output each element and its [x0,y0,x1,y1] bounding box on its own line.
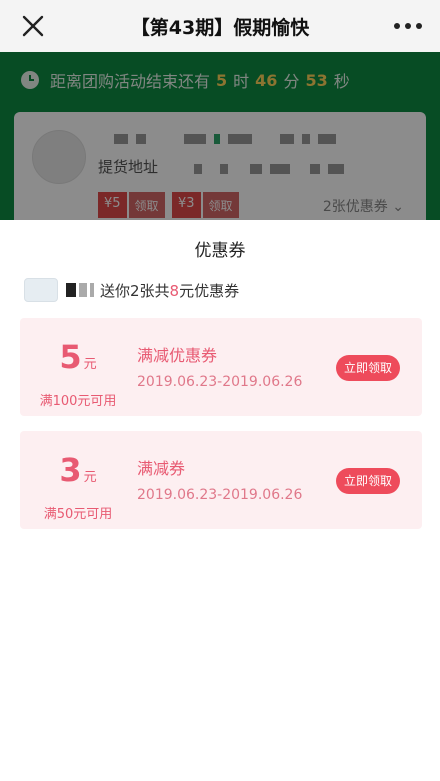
sheet-title: 优惠券 [194,241,246,261]
coupon-value-block: 3元 满50元可用 [20,431,136,529]
coupon-amount: 3元 [20,453,136,495]
coupon-card: 3元 满50元可用 满减券 2019.06.23-2019.06.26 立即领取 [20,431,422,529]
page-title: 【第43期】假期愉快 [130,16,310,39]
more-icon[interactable] [394,16,422,36]
close-icon[interactable] [20,13,46,39]
coupon-amount-number: 3 [59,451,82,489]
claim-coupon-button[interactable]: 立即领取 [336,468,400,494]
coupon-amount-unit: 元 [83,357,97,372]
sender-name-redacted [66,283,94,297]
sender-message-amount: 8 [169,281,180,300]
coupon-card: 5元 满100元可用 满减优惠券 2019.06.23-2019.06.26 立… [20,318,422,416]
sender-message-post: 元优惠券 [179,281,240,300]
coupon-date-range: 2019.06.23-2019.06.26 [137,487,303,503]
coupon-name: 满减优惠券 [137,346,218,365]
coupon-value-block: 5元 满100元可用 [20,318,136,416]
coupon-condition: 满100元可用 [39,394,117,409]
coupon-amount: 5元 [20,340,136,382]
coupon-name: 满减券 [137,459,186,478]
coupon-sheet: 优惠券 送你2张共8元优惠券 5元 满100元可用 满减优惠券 2019.06.… [0,220,440,781]
coupon-date-range: 2019.06.23-2019.06.26 [137,374,303,390]
sender-message: 送你2张共8元优惠券 [100,280,239,301]
coupon-condition: 满50元可用 [43,507,113,522]
coupon-amount-number: 5 [59,338,82,376]
modal-overlay[interactable] [0,52,440,220]
sender-avatar [24,278,58,302]
sender-message-pre: 送你2张共 [100,281,170,300]
claim-coupon-button[interactable]: 立即领取 [336,355,400,381]
sender-row: 送你2张共8元优惠券 [24,278,239,302]
top-navbar: 【第43期】假期愉快 [0,0,440,52]
coupon-amount-unit: 元 [83,470,97,485]
